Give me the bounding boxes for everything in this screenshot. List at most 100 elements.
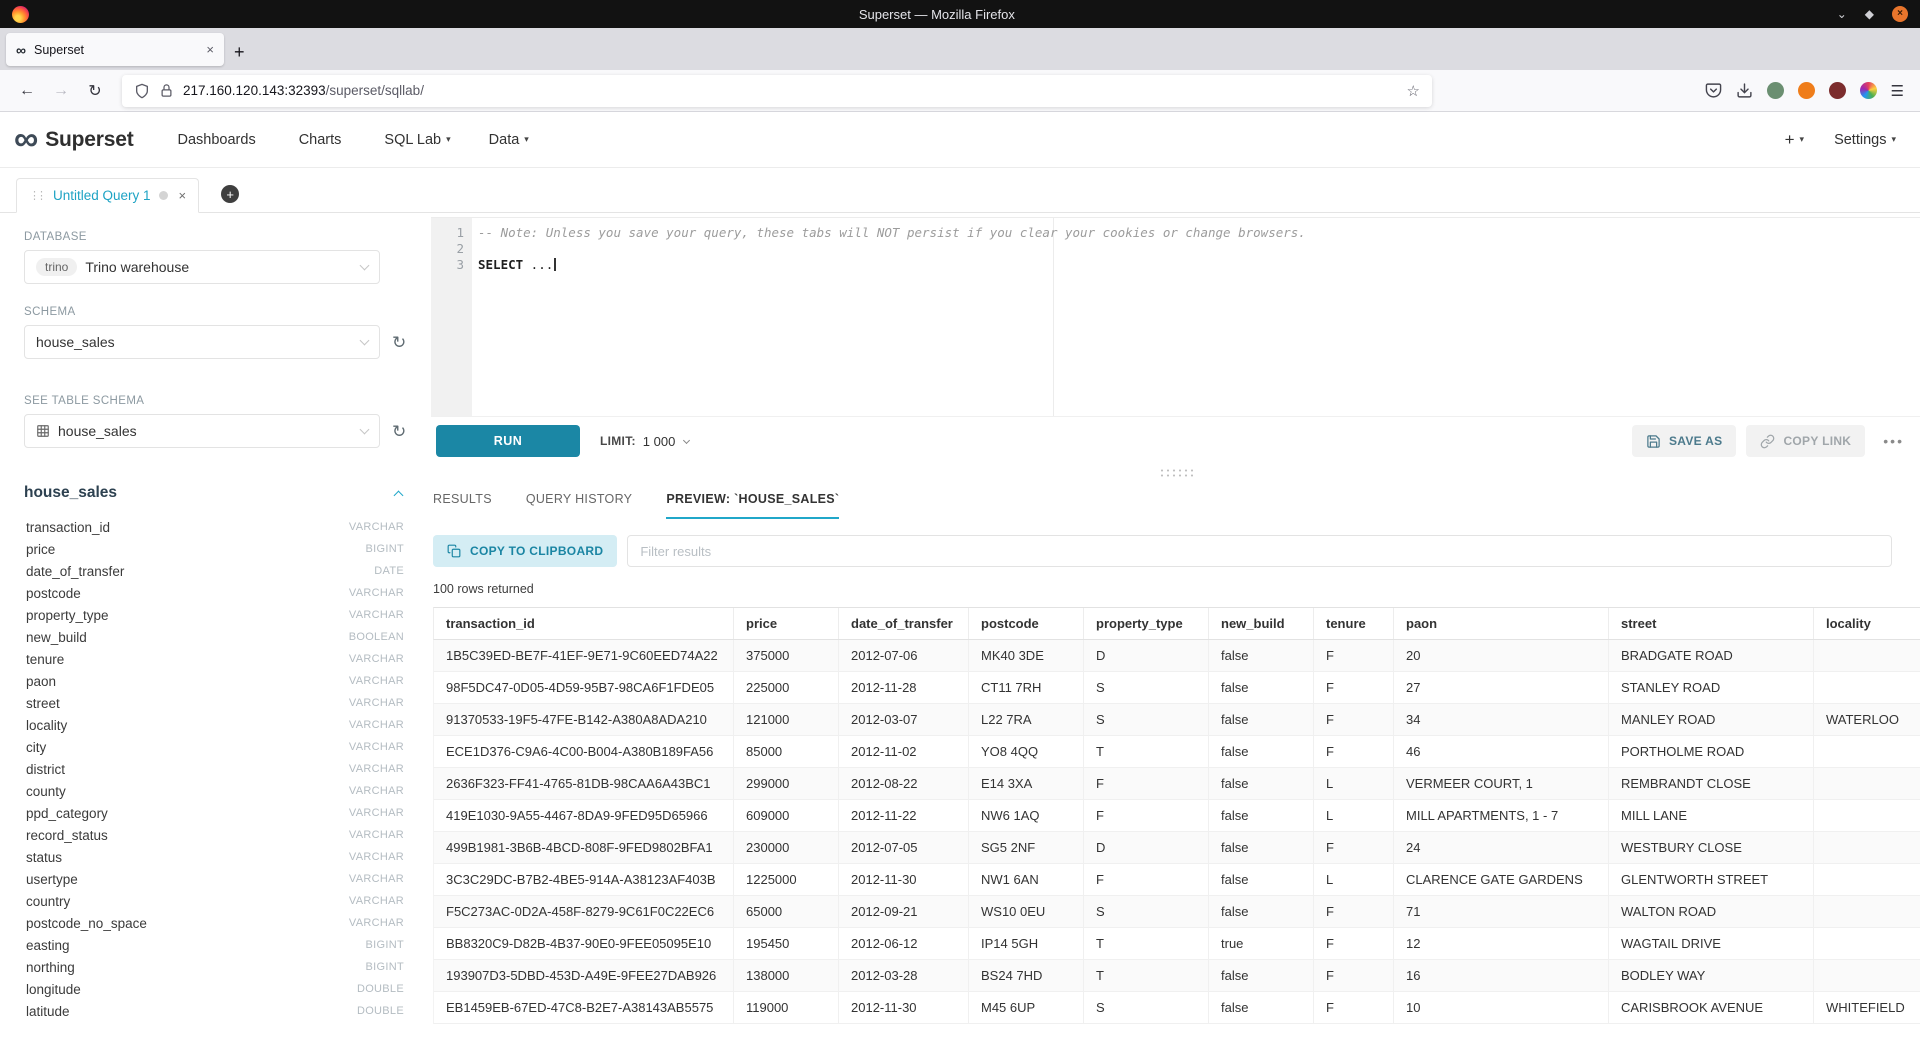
schema-select[interactable]: house_sales	[24, 325, 380, 359]
table-row: 2636F323-FF41-4765-81DB-98CAA6A43BC1 299…	[433, 768, 1920, 800]
cell-postcode: M45 6UP	[969, 992, 1084, 1023]
cell-date-of-transfer: 2012-11-30	[839, 992, 969, 1023]
schema-column-row: county VARCHAR	[24, 780, 404, 802]
extension-icon-2[interactable]	[1829, 82, 1846, 99]
copy-link-button[interactable]: COPY LINK	[1746, 425, 1865, 457]
cell-street: MANLEY ROAD	[1609, 704, 1814, 735]
cell-new-build: false	[1209, 832, 1314, 863]
editor-code-area[interactable]: -- Note: Unless you save your query, the…	[472, 218, 1920, 416]
save-as-button[interactable]: SAVE AS	[1632, 425, 1736, 457]
copy-to-clipboard-button[interactable]: COPY TO CLIPBOARD	[433, 535, 617, 567]
add-query-tab-button[interactable]: +	[221, 185, 239, 203]
browser-tab-superset[interactable]: ∞ Superset ×	[6, 33, 224, 66]
column-header-locality[interactable]: locality	[1814, 608, 1920, 639]
cell-date-of-transfer: 2012-03-07	[839, 704, 969, 735]
resize-handle[interactable]	[431, 465, 1920, 479]
query-tab-active[interactable]: ⋮⋮ Untitled Query 1 ×	[16, 178, 199, 213]
back-button[interactable]: ←	[12, 76, 42, 106]
limit-dropdown[interactable]: LIMIT: 1 000	[600, 434, 689, 449]
toolbar-icons: ☰	[1705, 82, 1908, 100]
hamburger-menu-icon[interactable]: ☰	[1891, 82, 1904, 100]
window-close-icon[interactable]: ×	[1892, 6, 1908, 22]
new-tab-button[interactable]: +	[234, 43, 245, 61]
settings-menu[interactable]: Settings▾	[1834, 132, 1896, 148]
column-header-street[interactable]: street	[1609, 608, 1814, 639]
link-icon	[1760, 434, 1775, 449]
line-number: 3	[431, 257, 464, 273]
window-maximize-icon[interactable]: ◆	[1865, 8, 1874, 20]
screen: Superset — Mozilla Firefox ⌄ ◆ × ∞ Super…	[0, 0, 1920, 1042]
column-header-postcode[interactable]: postcode	[969, 608, 1084, 639]
cell-date-of-transfer: 2012-07-06	[839, 640, 969, 671]
cell-date-of-transfer: 2012-03-28	[839, 960, 969, 991]
shield-icon[interactable]	[134, 83, 150, 99]
column-header-transaction-id[interactable]: transaction_id	[434, 608, 734, 639]
pocket-icon[interactable]	[1705, 82, 1722, 99]
cell-locality	[1814, 736, 1920, 767]
nav-charts[interactable]: Charts	[299, 132, 347, 148]
tab-preview-house-sales[interactable]: PREVIEW: `HOUSE_SALES`	[666, 492, 839, 519]
column-header-new-build[interactable]: new_build	[1209, 608, 1314, 639]
resize-dots-icon	[1159, 468, 1193, 477]
column-header-price[interactable]: price	[734, 608, 839, 639]
table-select[interactable]: house_sales	[24, 414, 380, 448]
cell-street: STANLEY ROAD	[1609, 672, 1814, 703]
column-header-paon[interactable]: paon	[1394, 608, 1609, 639]
cell-tenure: L	[1314, 864, 1394, 895]
tab-close-icon[interactable]: ×	[206, 42, 214, 57]
cell-property-type: S	[1084, 672, 1209, 703]
browser-tab-title: Superset	[34, 43, 198, 57]
cell-transaction-id: 419E1030-9A55-4467-8DA9-9FED95D65966	[434, 800, 734, 831]
cell-locality	[1814, 800, 1920, 831]
downloads-icon[interactable]	[1736, 82, 1753, 99]
nav-data[interactable]: Data▾	[489, 132, 529, 148]
nav-dashboards[interactable]: Dashboards	[178, 132, 261, 148]
refresh-schema-icon[interactable]: ↻	[392, 334, 406, 351]
results-grid-body: 1B5C39ED-BE7F-41EF-9E71-9C60EED74A22 375…	[433, 640, 1920, 1024]
sql-editor[interactable]: 1 2 3 -- Note: Unless you save your quer…	[431, 217, 1920, 417]
column-type: DOUBLE	[357, 1005, 404, 1017]
tab-query-history[interactable]: QUERY HISTORY	[526, 492, 632, 519]
window-shade-icon[interactable]: ⌄	[1837, 8, 1847, 20]
column-header-tenure[interactable]: tenure	[1314, 608, 1394, 639]
lock-icon[interactable]	[159, 83, 174, 98]
cell-new-build: false	[1209, 896, 1314, 927]
line-number: 1	[431, 225, 464, 241]
column-name: county	[26, 784, 66, 799]
cell-street: BODLEY WAY	[1609, 960, 1814, 991]
cell-price: 225000	[734, 672, 839, 703]
column-type: DATE	[374, 565, 404, 577]
run-button[interactable]: RUN	[436, 425, 580, 457]
more-options-icon[interactable]: •••	[1883, 433, 1904, 449]
drag-handle-icon[interactable]: ⋮⋮	[29, 189, 43, 202]
tab-results[interactable]: RESULTS	[433, 492, 492, 519]
cell-price: 65000	[734, 896, 839, 927]
superset-favicon-icon: ∞	[16, 42, 26, 58]
extension-icon-3[interactable]	[1860, 82, 1877, 99]
cell-transaction-id: 1B5C39ED-BE7F-41EF-9E71-9C60EED74A22	[434, 640, 734, 671]
query-tab-close-icon[interactable]: ×	[179, 188, 187, 203]
schema-column-row: status VARCHAR	[24, 846, 404, 868]
extension-icon-1[interactable]	[1767, 82, 1784, 99]
filter-results-input[interactable]	[627, 535, 1892, 567]
database-select[interactable]: trino Trino warehouse	[24, 250, 380, 284]
add-new-menu[interactable]: +▾	[1785, 130, 1804, 150]
column-header-property-type[interactable]: property_type	[1084, 608, 1209, 639]
superset-logo[interactable]: ∞ Superset	[14, 126, 134, 153]
database-badge: trino	[36, 258, 77, 276]
editor-toolbar: RUN LIMIT: 1 000 SAVE AS COPY LINK •••	[431, 417, 1920, 465]
cell-property-type: T	[1084, 928, 1209, 959]
nav-sql-lab[interactable]: SQL Lab▾	[384, 132, 450, 148]
cell-property-type: S	[1084, 896, 1209, 927]
reload-button[interactable]: ↻	[80, 76, 110, 106]
refresh-table-icon[interactable]: ↻	[392, 423, 406, 440]
cell-tenure: F	[1314, 672, 1394, 703]
extension-badger-icon[interactable]	[1798, 82, 1815, 99]
forward-button[interactable]: →	[46, 76, 76, 106]
schema-column-row: property_type VARCHAR	[24, 604, 404, 626]
caret-down-icon: ▾	[524, 134, 529, 145]
collapse-table-icon[interactable]	[394, 490, 404, 500]
url-bar[interactable]: 217.160.120.143:32393/superset/sqllab/ ☆	[122, 75, 1432, 107]
bookmark-star-icon[interactable]: ☆	[1407, 82, 1420, 100]
column-header-date-of-transfer[interactable]: date_of_transfer	[839, 608, 969, 639]
